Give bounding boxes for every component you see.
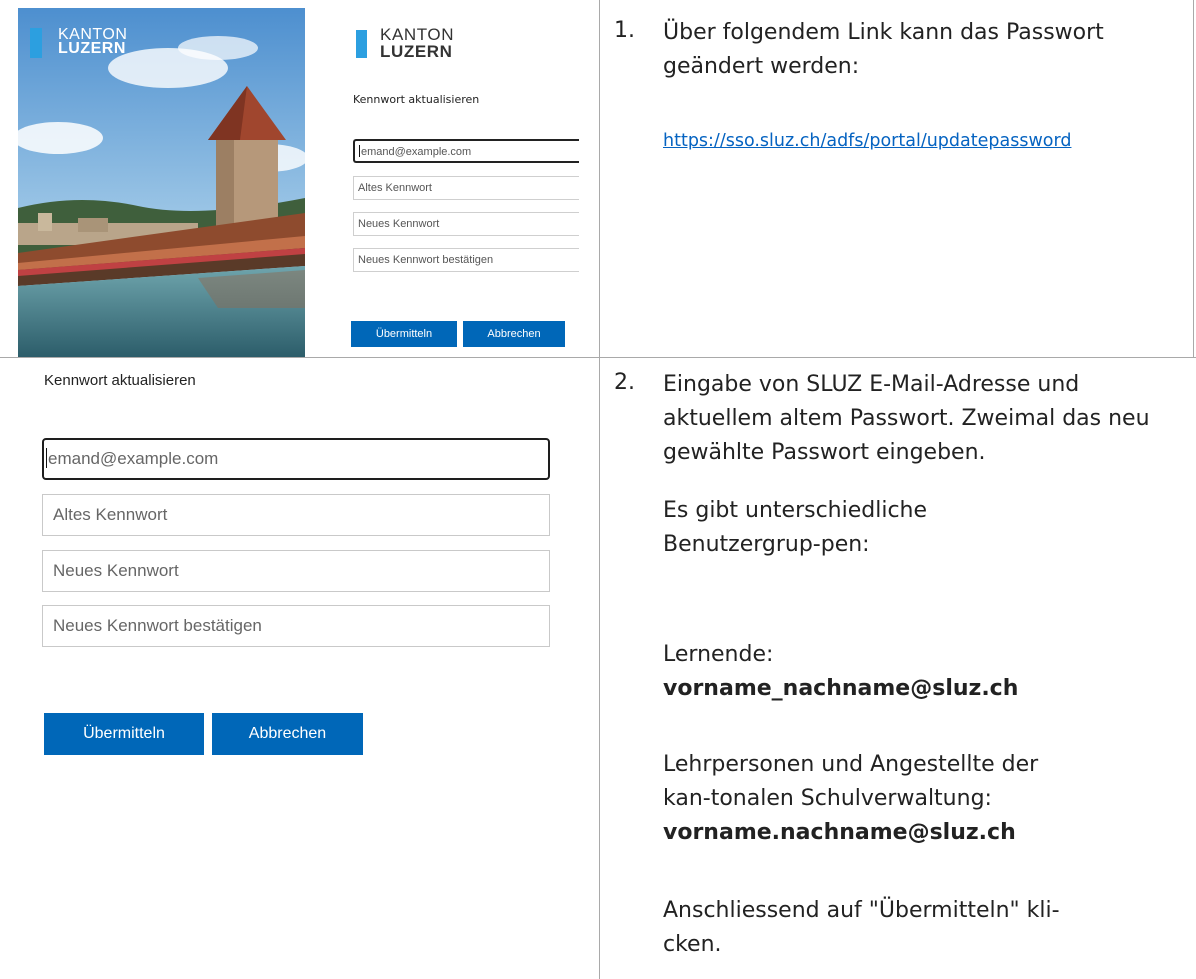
confirm-password-field[interactable]: Neues Kennwort bestätigen bbox=[42, 605, 550, 647]
logo-line-2: LUZERN bbox=[380, 42, 453, 61]
step-2-intro: Eingabe von SLUZ E-Mail-Adresse und aktu… bbox=[663, 372, 1150, 465]
logo-line-1: KANTON bbox=[380, 25, 455, 44]
old-password-field[interactable]: Altes Kennwort bbox=[353, 176, 579, 200]
logo-bar-icon bbox=[356, 30, 367, 58]
logo-line-2: LUZERN bbox=[58, 40, 126, 57]
kanton-luzern-logo: KANTON LUZERN bbox=[30, 27, 127, 58]
password-form-small: KANTON LUZERN Kennwort aktualisieren ema… bbox=[340, 12, 580, 357]
table-column-divider bbox=[599, 0, 600, 979]
submit-button[interactable]: Übermitteln bbox=[44, 713, 204, 755]
form-heading: Kennwort aktualisieren bbox=[353, 93, 480, 106]
learners-label: Lernende: bbox=[663, 642, 774, 667]
table-row-divider bbox=[0, 357, 1196, 358]
submit-button[interactable]: Übermitteln bbox=[351, 321, 457, 347]
new-password-field[interactable]: Neues Kennwort bbox=[42, 550, 550, 592]
email-field[interactable]: emand@example.com bbox=[42, 438, 550, 480]
step-number: 2. bbox=[614, 370, 635, 395]
cancel-button[interactable]: Abbrechen bbox=[212, 713, 363, 755]
old-password-field[interactable]: Altes Kennwort bbox=[42, 494, 550, 536]
table-right-border bbox=[1193, 0, 1194, 357]
cancel-button[interactable]: Abbrechen bbox=[463, 321, 565, 347]
form-heading: Kennwort aktualisieren bbox=[44, 372, 196, 389]
email-field[interactable]: emand@example.com bbox=[353, 139, 579, 163]
new-password-field[interactable]: Neues Kennwort bbox=[353, 212, 579, 236]
step-number: 1. bbox=[614, 18, 635, 43]
lucerne-photo: KANTON LUZERN bbox=[18, 8, 305, 357]
update-password-link[interactable]: https://sso.sluz.ch/adfs/portal/updatepa… bbox=[663, 131, 1071, 151]
user-groups-intro: Es gibt unterschiedliche Benutzergrup-pe… bbox=[663, 498, 928, 557]
confirm-password-field[interactable]: Neues Kennwort bestätigen bbox=[353, 248, 579, 272]
step-1-text: Über folgendem Link kann das Passwort ge… bbox=[663, 20, 1104, 79]
learners-email: vorname_nachname@sluz.ch bbox=[663, 676, 1019, 701]
kanton-luzern-logo: KANTON LUZERN bbox=[356, 26, 454, 60]
staff-label: Lehrpersonen und Angestellte der kan-ton… bbox=[663, 752, 1039, 811]
logo-bar-icon bbox=[30, 28, 42, 58]
final-instruction: Anschliessend auf "Übermitteln" kli-cken… bbox=[663, 898, 1060, 957]
staff-email: vorname.nachname@sluz.ch bbox=[663, 820, 1016, 845]
